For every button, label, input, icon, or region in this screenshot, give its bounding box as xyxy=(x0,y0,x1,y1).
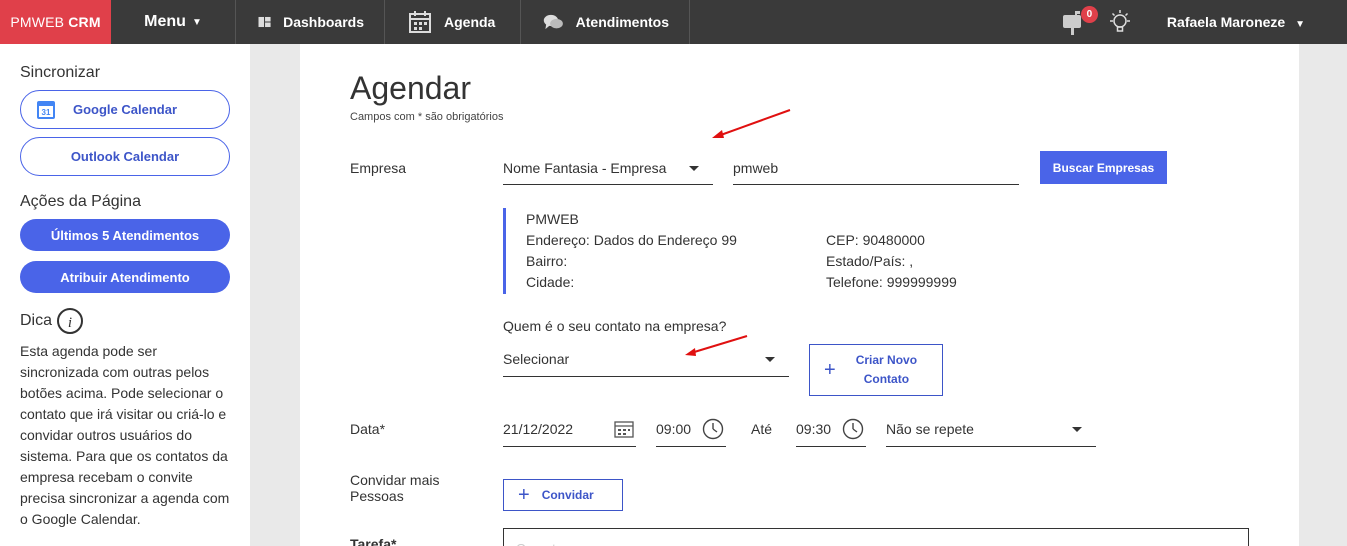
nav-atendimentos-label: Atendimentos xyxy=(575,14,669,30)
brand-suffix: CRM xyxy=(68,14,101,30)
google-calendar-button[interactable]: 31 Google Calendar xyxy=(20,90,230,129)
brand-name: PMWEB xyxy=(10,14,65,30)
tip-heading: Dica i xyxy=(20,307,230,335)
empresa-search-input[interactable]: pmweb xyxy=(733,152,1019,185)
schedule-form: Agendar Campos com * são obrigatórios Em… xyxy=(300,44,1299,546)
assign-attendance-button[interactable]: Atribuir Atendimento xyxy=(20,261,230,293)
last-attendances-button[interactable]: Últimos 5 Atendimentos xyxy=(20,219,230,251)
company-state: Estado/País: , xyxy=(826,253,914,269)
sync-heading: Sincronizar xyxy=(20,64,101,81)
invite-label-line1: Convidar mais xyxy=(350,472,440,488)
dropdown-arrow-icon xyxy=(1072,426,1082,432)
dashboard-icon xyxy=(258,16,271,28)
nav-agenda-label: Agenda xyxy=(444,14,496,30)
page-title: Agendar xyxy=(350,70,471,106)
invite-label: Convidar mais Pessoas xyxy=(350,472,439,504)
nav-dashboards[interactable]: Dashboards xyxy=(236,0,385,44)
menu-label: Menu xyxy=(144,13,186,30)
topbar-right: 0 Rafaela Maroneze ▼ xyxy=(1061,0,1347,44)
until-label: Até xyxy=(751,421,773,437)
top-navbar: PMWEB CRM Menu ▼ Dashboards Agenda Atendi… xyxy=(0,0,1347,44)
brand-logo[interactable]: PMWEB CRM xyxy=(0,0,111,44)
google-calendar-icon: 31 xyxy=(37,101,55,119)
google-calendar-label: Google Calendar xyxy=(72,102,178,117)
start-time-input[interactable]: 09:00 xyxy=(656,412,726,447)
start-time-value: 09:00 xyxy=(656,421,692,437)
dropdown-arrow-icon xyxy=(765,356,775,362)
svg-text:i: i xyxy=(68,315,72,331)
chevron-down-icon: ▼ xyxy=(191,16,202,28)
annotation-arrow xyxy=(712,109,791,138)
repeat-value: Não se repete xyxy=(886,421,974,437)
notification-badge: 0 xyxy=(1080,6,1098,23)
invite-label-line2: Pessoas xyxy=(350,488,404,504)
user-menu[interactable]: Rafaela Maroneze ▼ xyxy=(1167,14,1305,30)
required-fields-note: Campos com * são obrigatórios xyxy=(350,111,504,123)
create-contact-line1: Criar Novo xyxy=(855,353,918,367)
empresa-filter-select[interactable]: Nome Fantasia - Empresa xyxy=(503,152,713,185)
google-calendar-day: 31 xyxy=(42,108,51,117)
date-input[interactable]: 21/12/2022 xyxy=(503,412,636,447)
calendar-icon xyxy=(409,11,431,33)
nav-dashboards-label: Dashboards xyxy=(283,14,364,30)
contact-select-value: Selecionar xyxy=(503,351,570,367)
chevron-down-icon: ▼ xyxy=(1295,19,1305,30)
company-name: PMWEB xyxy=(526,211,579,227)
calendar-picker-icon[interactable] xyxy=(614,420,634,438)
company-neighborhood: Bairro: xyxy=(526,253,568,269)
company-info: PMWEB Endereço: Dados do Endereço 99 Bai… xyxy=(503,208,1023,294)
task-label: Tarefa* xyxy=(350,536,397,546)
end-time-value: 09:30 xyxy=(796,421,832,437)
empresa-search-value: pmweb xyxy=(733,160,779,176)
company-phone: Telefone: 999999999 xyxy=(826,274,957,290)
create-contact-label: Criar Novo Contato xyxy=(856,351,917,389)
info-icon: i xyxy=(57,308,84,334)
contact-select[interactable]: Selecionar xyxy=(503,342,789,377)
outlook-calendar-label: Outlook Calendar xyxy=(70,149,180,164)
empresa-filter-value: Nome Fantasia - Empresa xyxy=(503,160,667,176)
plus-icon: + xyxy=(824,358,836,381)
repeat-select[interactable]: Não se repete xyxy=(886,412,1096,447)
main-menu-button[interactable]: Menu ▼ xyxy=(111,0,236,44)
company-city: Cidade: xyxy=(526,274,575,290)
clock-icon[interactable] xyxy=(702,418,724,440)
invite-button[interactable]: + Convidar xyxy=(503,479,623,511)
actions-heading: Ações da Página xyxy=(20,193,141,210)
create-contact-button[interactable]: + Criar Novo Contato xyxy=(809,344,943,396)
plus-icon: + xyxy=(518,483,530,506)
chat-icon xyxy=(543,14,563,30)
date-value: 21/12/2022 xyxy=(503,421,574,437)
date-label: Data* xyxy=(350,421,386,437)
outlook-calendar-button[interactable]: Outlook Calendar xyxy=(20,137,230,176)
company-cep: CEP: 90480000 xyxy=(826,232,925,248)
create-contact-line2: Contato xyxy=(863,372,910,386)
invite-button-label: Convidar xyxy=(541,488,594,502)
lightbulb-icon[interactable] xyxy=(1107,9,1133,35)
empresa-label: Empresa xyxy=(350,160,407,176)
nav-atendimentos[interactable]: Atendimentos xyxy=(521,0,690,44)
end-time-input[interactable]: 09:30 xyxy=(796,412,866,447)
task-textarea[interactable]: Gerente xyxy=(503,528,1249,546)
company-address: Endereço: Dados do Endereço 99 xyxy=(526,232,737,248)
tip-heading-label: Dica xyxy=(20,312,53,329)
tip-text: Esta agenda pode ser sincronizada com ou… xyxy=(20,343,230,527)
sidebar: Sincronizar 31 Google Calendar Outlook C… xyxy=(0,44,250,546)
nav-agenda[interactable]: Agenda xyxy=(385,0,521,44)
search-companies-button[interactable]: Buscar Empresas xyxy=(1040,151,1167,184)
user-name: Rafaela Maroneze xyxy=(1166,14,1286,30)
notifications-button[interactable]: 0 xyxy=(1061,6,1098,37)
contact-question: Quem é o seu contato na empresa? xyxy=(503,318,727,334)
clock-icon[interactable] xyxy=(842,418,864,440)
dropdown-arrow-icon xyxy=(689,165,699,171)
